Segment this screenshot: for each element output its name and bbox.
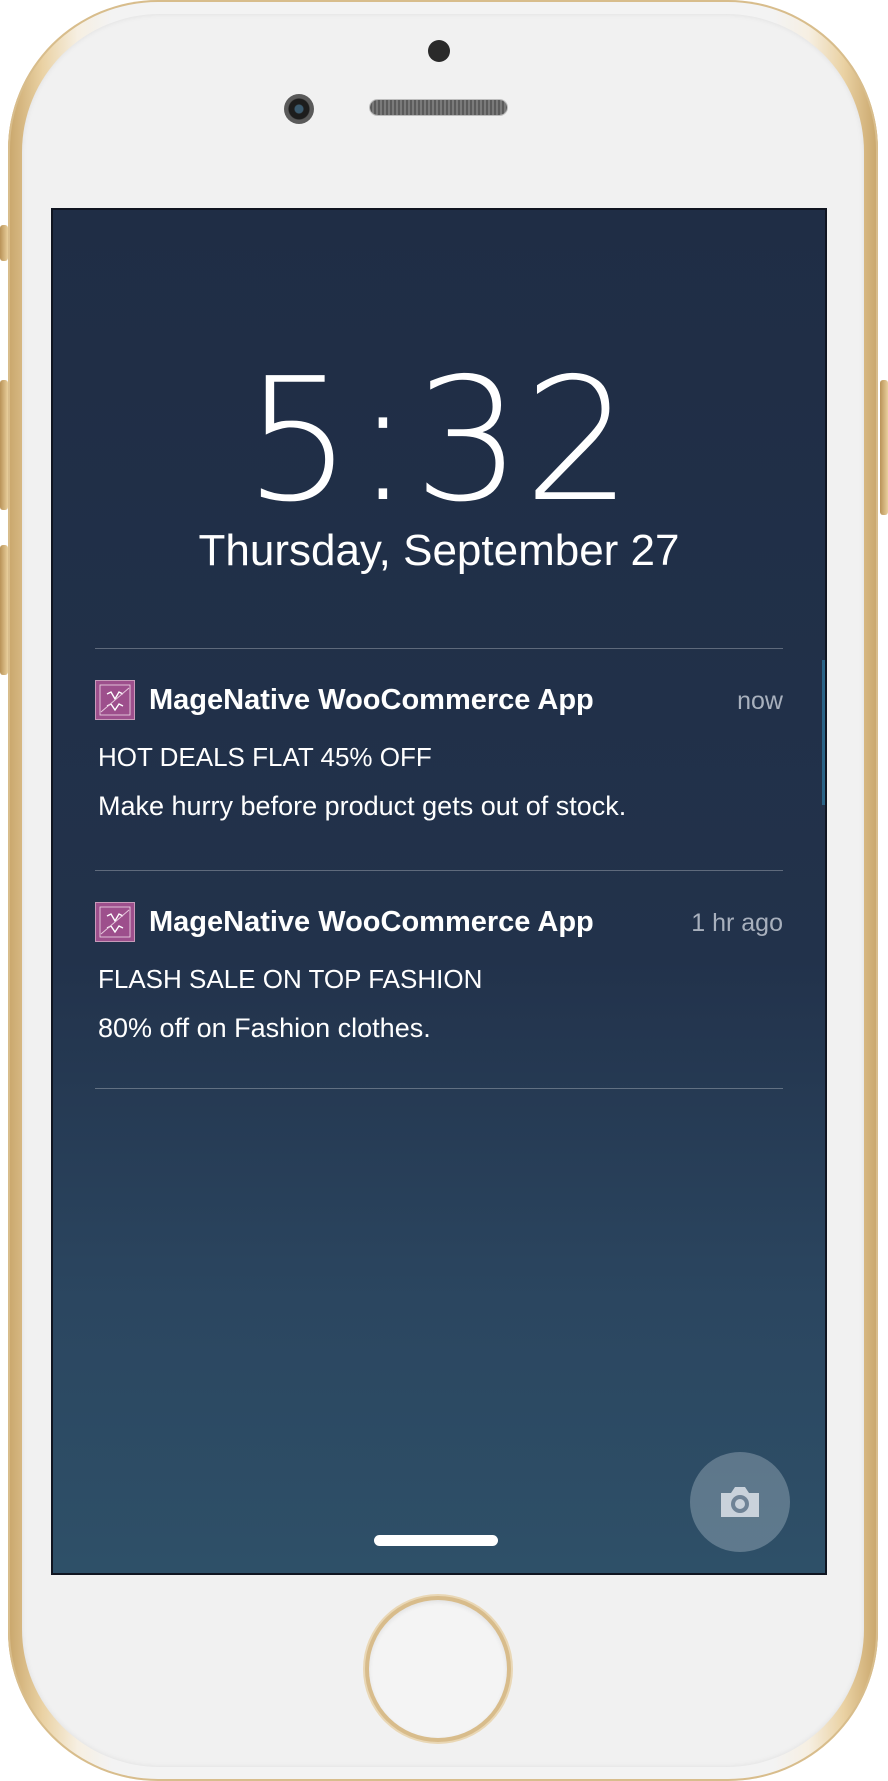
- notification-app-name: MageNative WooCommerce App: [149, 684, 594, 716]
- notification-card[interactable]: MageNative WooCommerce App now HOT DEALS…: [95, 680, 783, 822]
- earpiece-speaker: [370, 100, 507, 115]
- lock-clock: 5:32: [244, 342, 634, 540]
- notification-time: 1 hr ago: [691, 909, 783, 937]
- magenative-app-icon: [95, 680, 135, 720]
- notification-app-name: MageNative WooCommerce App: [149, 906, 594, 938]
- lock-screen: 5:32 Thursday, September 27 MageNative W…: [51, 208, 827, 1575]
- notification-card[interactable]: MageNative WooCommerce App 1 hr ago FLAS…: [95, 902, 783, 1044]
- notification-header: MageNative WooCommerce App 1 hr ago: [95, 902, 783, 942]
- power-button: [880, 380, 888, 515]
- notification-time: now: [737, 687, 783, 715]
- notification-divider: [95, 870, 783, 871]
- notification-body: 80% off on Fashion clothes.: [98, 1013, 431, 1043]
- notification-header: MageNative WooCommerce App now: [95, 680, 783, 720]
- notification-divider: [95, 1088, 783, 1089]
- front-camera: [284, 94, 314, 124]
- edge-accent: [822, 660, 825, 805]
- home-indicator[interactable]: [374, 1535, 498, 1546]
- mute-switch: [0, 225, 8, 261]
- camera-icon: [721, 1487, 759, 1517]
- magenative-app-icon: [95, 902, 135, 942]
- notification-title: FLASH SALE ON TOP FASHION: [98, 964, 483, 994]
- volume-down-button: [0, 545, 8, 675]
- notification-body: Make hurry before product gets out of st…: [98, 791, 627, 821]
- notification-title: HOT DEALS FLAT 45% OFF: [98, 742, 432, 772]
- lock-date: Thursday, September 27: [198, 526, 680, 575]
- volume-up-button: [0, 380, 8, 510]
- proximity-sensor: [428, 40, 450, 62]
- home-button[interactable]: [369, 1600, 507, 1738]
- camera-shortcut-button[interactable]: [690, 1452, 790, 1552]
- notification-divider: [95, 648, 783, 649]
